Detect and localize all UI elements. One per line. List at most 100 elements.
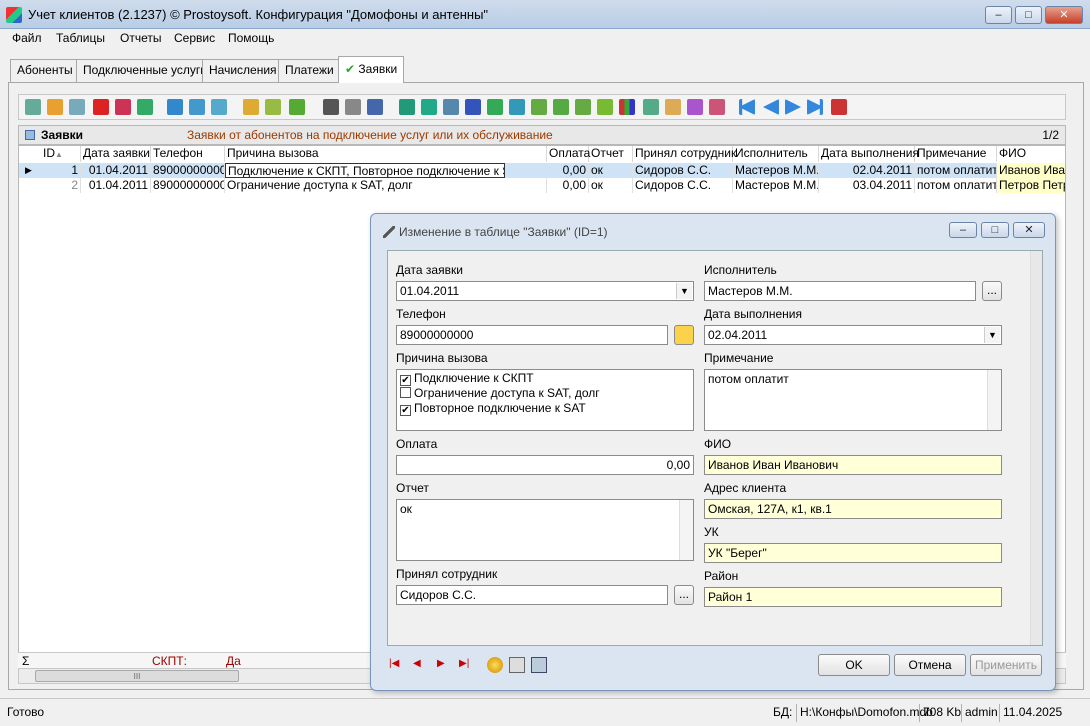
maximize-button[interactable]: □: [1015, 6, 1042, 24]
column-header-id[interactable]: ID▲: [41, 146, 81, 162]
map-icon[interactable]: [831, 99, 847, 115]
copy-record-icon[interactable]: [69, 99, 85, 115]
payment-input[interactable]: 0,00: [396, 455, 694, 475]
chevron-down-icon[interactable]: ▼: [984, 327, 1000, 343]
column-header-date[interactable]: Дата заявки: [81, 146, 151, 162]
chevron-down-icon[interactable]: ▼: [676, 283, 692, 299]
table-row[interactable]: ▶ 1 01.04.2011 89000000000 Подключение к…: [19, 163, 1065, 178]
checkbox[interactable]: ✔: [400, 375, 411, 386]
column-header-reason[interactable]: Причина вызова: [225, 146, 547, 162]
tab-charges[interactable]: Начисления: [202, 59, 284, 82]
column-header-phone[interactable]: Телефон: [151, 146, 225, 162]
delete-all-icon[interactable]: [115, 99, 131, 115]
window-title: Учет клиентов (2.1237) © Prostoysoft. Ко…: [28, 7, 489, 22]
column-settings-icon[interactable]: [643, 99, 659, 115]
add-record-icon[interactable]: [25, 99, 41, 115]
table-row[interactable]: 2 01.04.2011 89000000000 Ограничение дос…: [19, 178, 1065, 193]
close-button[interactable]: ✕: [1045, 6, 1083, 24]
export-dbf-icon[interactable]: [575, 99, 591, 115]
phone-dial-icon[interactable]: [674, 325, 694, 345]
column-header-report[interactable]: Отчет: [589, 146, 633, 162]
dialog-body-scrollbar[interactable]: [1030, 251, 1042, 645]
dialog-close-button[interactable]: ✕: [1013, 222, 1045, 238]
column-header-accepted[interactable]: Принял сотрудник: [633, 146, 736, 162]
table-settings-icon[interactable]: [687, 99, 703, 115]
menu-tables[interactable]: Таблицы: [56, 31, 105, 45]
sort-icon[interactable]: [665, 99, 681, 115]
filter-remove-icon[interactable]: [211, 99, 227, 115]
view-settings-icon[interactable]: [709, 99, 725, 115]
done-date-dropdown[interactable]: 02.04.2011 ▼: [704, 325, 1002, 345]
dialog-maximize-button[interactable]: □: [981, 222, 1009, 238]
chart-icon[interactable]: [619, 99, 635, 115]
export-excel-icon[interactable]: [421, 99, 437, 115]
menu-service[interactable]: Сервис: [174, 31, 215, 45]
executor-input[interactable]: Мастеров М.М.: [704, 281, 976, 301]
sql-icon[interactable]: [289, 99, 305, 115]
first-record-icon[interactable]: [739, 99, 755, 115]
edit-record-icon[interactable]: [47, 99, 63, 115]
column-header-note[interactable]: Примечание: [915, 146, 997, 162]
column-header-executor[interactable]: Исполнитель: [733, 146, 819, 162]
export-icon[interactable]: [399, 99, 415, 115]
preview-icon[interactable]: [367, 99, 383, 115]
delete-record-icon[interactable]: [93, 99, 109, 115]
tree-icon[interactable]: [265, 99, 281, 115]
next-record-icon[interactable]: ▶: [437, 658, 445, 669]
filter-icon[interactable]: [167, 99, 183, 115]
print-icon[interactable]: [531, 657, 547, 673]
reason-item[interactable]: ✔ Подключение к СКПТ: [400, 371, 534, 386]
next-record-icon[interactable]: [785, 99, 801, 115]
note-scrollbar[interactable]: [987, 370, 1001, 430]
clear-icon[interactable]: [487, 657, 503, 673]
group-icon[interactable]: [243, 99, 259, 115]
checkbox[interactable]: [400, 387, 411, 398]
dialog-minimize-button[interactable]: –: [949, 222, 977, 238]
note-textarea[interactable]: потом оплатит: [704, 369, 1002, 431]
export-xml-icon[interactable]: [509, 99, 525, 115]
date-dropdown[interactable]: 01.04.2011 ▼: [396, 281, 694, 301]
export-word-icon[interactable]: [465, 99, 481, 115]
prev-record-icon[interactable]: ◀: [413, 658, 421, 669]
export-txt-icon[interactable]: [553, 99, 569, 115]
reason-item[interactable]: ✔ Повторное подключение к SAT: [400, 401, 586, 416]
tab-payments[interactable]: Платежи: [278, 59, 341, 82]
settings-icon[interactable]: [509, 657, 525, 673]
prev-record-icon[interactable]: [763, 99, 779, 115]
menu-reports[interactable]: Отчеты: [120, 31, 161, 45]
minimize-button[interactable]: –: [985, 6, 1012, 24]
tab-subscribers[interactable]: Абоненты: [10, 59, 80, 82]
print-icon[interactable]: [345, 99, 361, 115]
last-record-icon[interactable]: [807, 99, 823, 115]
export-rtf-icon[interactable]: [597, 99, 613, 115]
binoculars-icon[interactable]: [323, 99, 339, 115]
cell-reason[interactable]: Подключение к СКПТ, Повторное подключени…: [225, 163, 505, 178]
export-html-icon[interactable]: [443, 99, 459, 115]
accepted-browse-button[interactable]: ...: [674, 585, 694, 605]
executor-browse-button[interactable]: ...: [982, 281, 1002, 301]
report-textarea[interactable]: ок: [396, 499, 694, 561]
done-date-value: 02.04.2011: [708, 328, 768, 342]
menu-help[interactable]: Помощь: [228, 31, 274, 45]
last-record-icon[interactable]: ▶|: [459, 658, 469, 669]
phone-input[interactable]: 89000000000: [396, 325, 668, 345]
column-header-fio[interactable]: ФИО: [997, 146, 1065, 162]
accepted-input[interactable]: Сидоров С.С.: [396, 585, 668, 605]
tab-connected-services[interactable]: Подключенные услуги: [76, 59, 214, 82]
refresh-icon[interactable]: [137, 99, 153, 115]
apply-button[interactable]: Применить: [970, 654, 1042, 676]
first-record-icon[interactable]: |◀: [389, 658, 399, 669]
scrollbar-thumb[interactable]: III: [35, 670, 239, 682]
filter-clear-icon[interactable]: [189, 99, 205, 115]
report-scrollbar[interactable]: [679, 500, 693, 560]
cancel-button[interactable]: Отмена: [894, 654, 966, 676]
column-header-payment[interactable]: Оплата: [547, 146, 590, 162]
checkbox[interactable]: ✔: [400, 405, 411, 416]
ok-button[interactable]: OK: [818, 654, 890, 676]
export-xls-icon[interactable]: [487, 99, 503, 115]
reason-item[interactable]: Ограничение доступа к SAT, долг: [400, 386, 600, 400]
column-header-done-date[interactable]: Дата выполнения: [819, 146, 919, 162]
export-csv-icon[interactable]: [531, 99, 547, 115]
tab-requests[interactable]: ✔ Заявки: [338, 56, 405, 83]
menu-file[interactable]: Файл: [12, 31, 42, 45]
